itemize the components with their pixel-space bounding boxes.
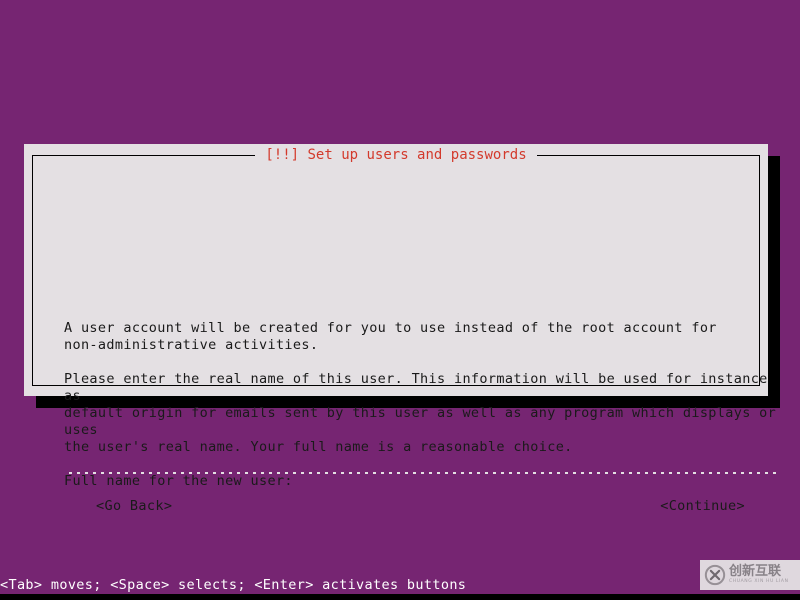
bottom-black-strip [0,594,800,600]
fullname-input[interactable] [68,458,778,472]
installer-dialog: [!!] Set up users and passwords A user a… [24,144,778,514]
circled-x-icon [704,564,726,586]
status-bar-help-text: <Tab> moves; <Space> selects; <Enter> ac… [0,577,467,593]
dialog-paragraph-explanation: Please enter the real name of this user.… [64,371,777,455]
fullname-input-underline [64,472,778,474]
watermark-text: 创新互联 CHUANG XIN HU LIAN [729,565,789,585]
go-back-button[interactable]: <Go Back> [96,496,172,516]
fullname-input-row [64,458,780,480]
watermark-pinyin: CHUANG XIN HU LIAN [729,579,789,585]
watermark-chinese-name: 创新互联 [729,564,782,580]
status-bar: <Tab> moves; <Space> selects; <Enter> ac… [0,576,800,594]
continue-button[interactable]: <Continue> [660,496,745,516]
watermark: 创新互联 CHUANG XIN HU LIAN [700,560,800,590]
dialog-paragraph-intro: A user account will be created for you t… [64,320,717,353]
dialog-button-row: <Go Back> <Continue> [64,496,780,516]
